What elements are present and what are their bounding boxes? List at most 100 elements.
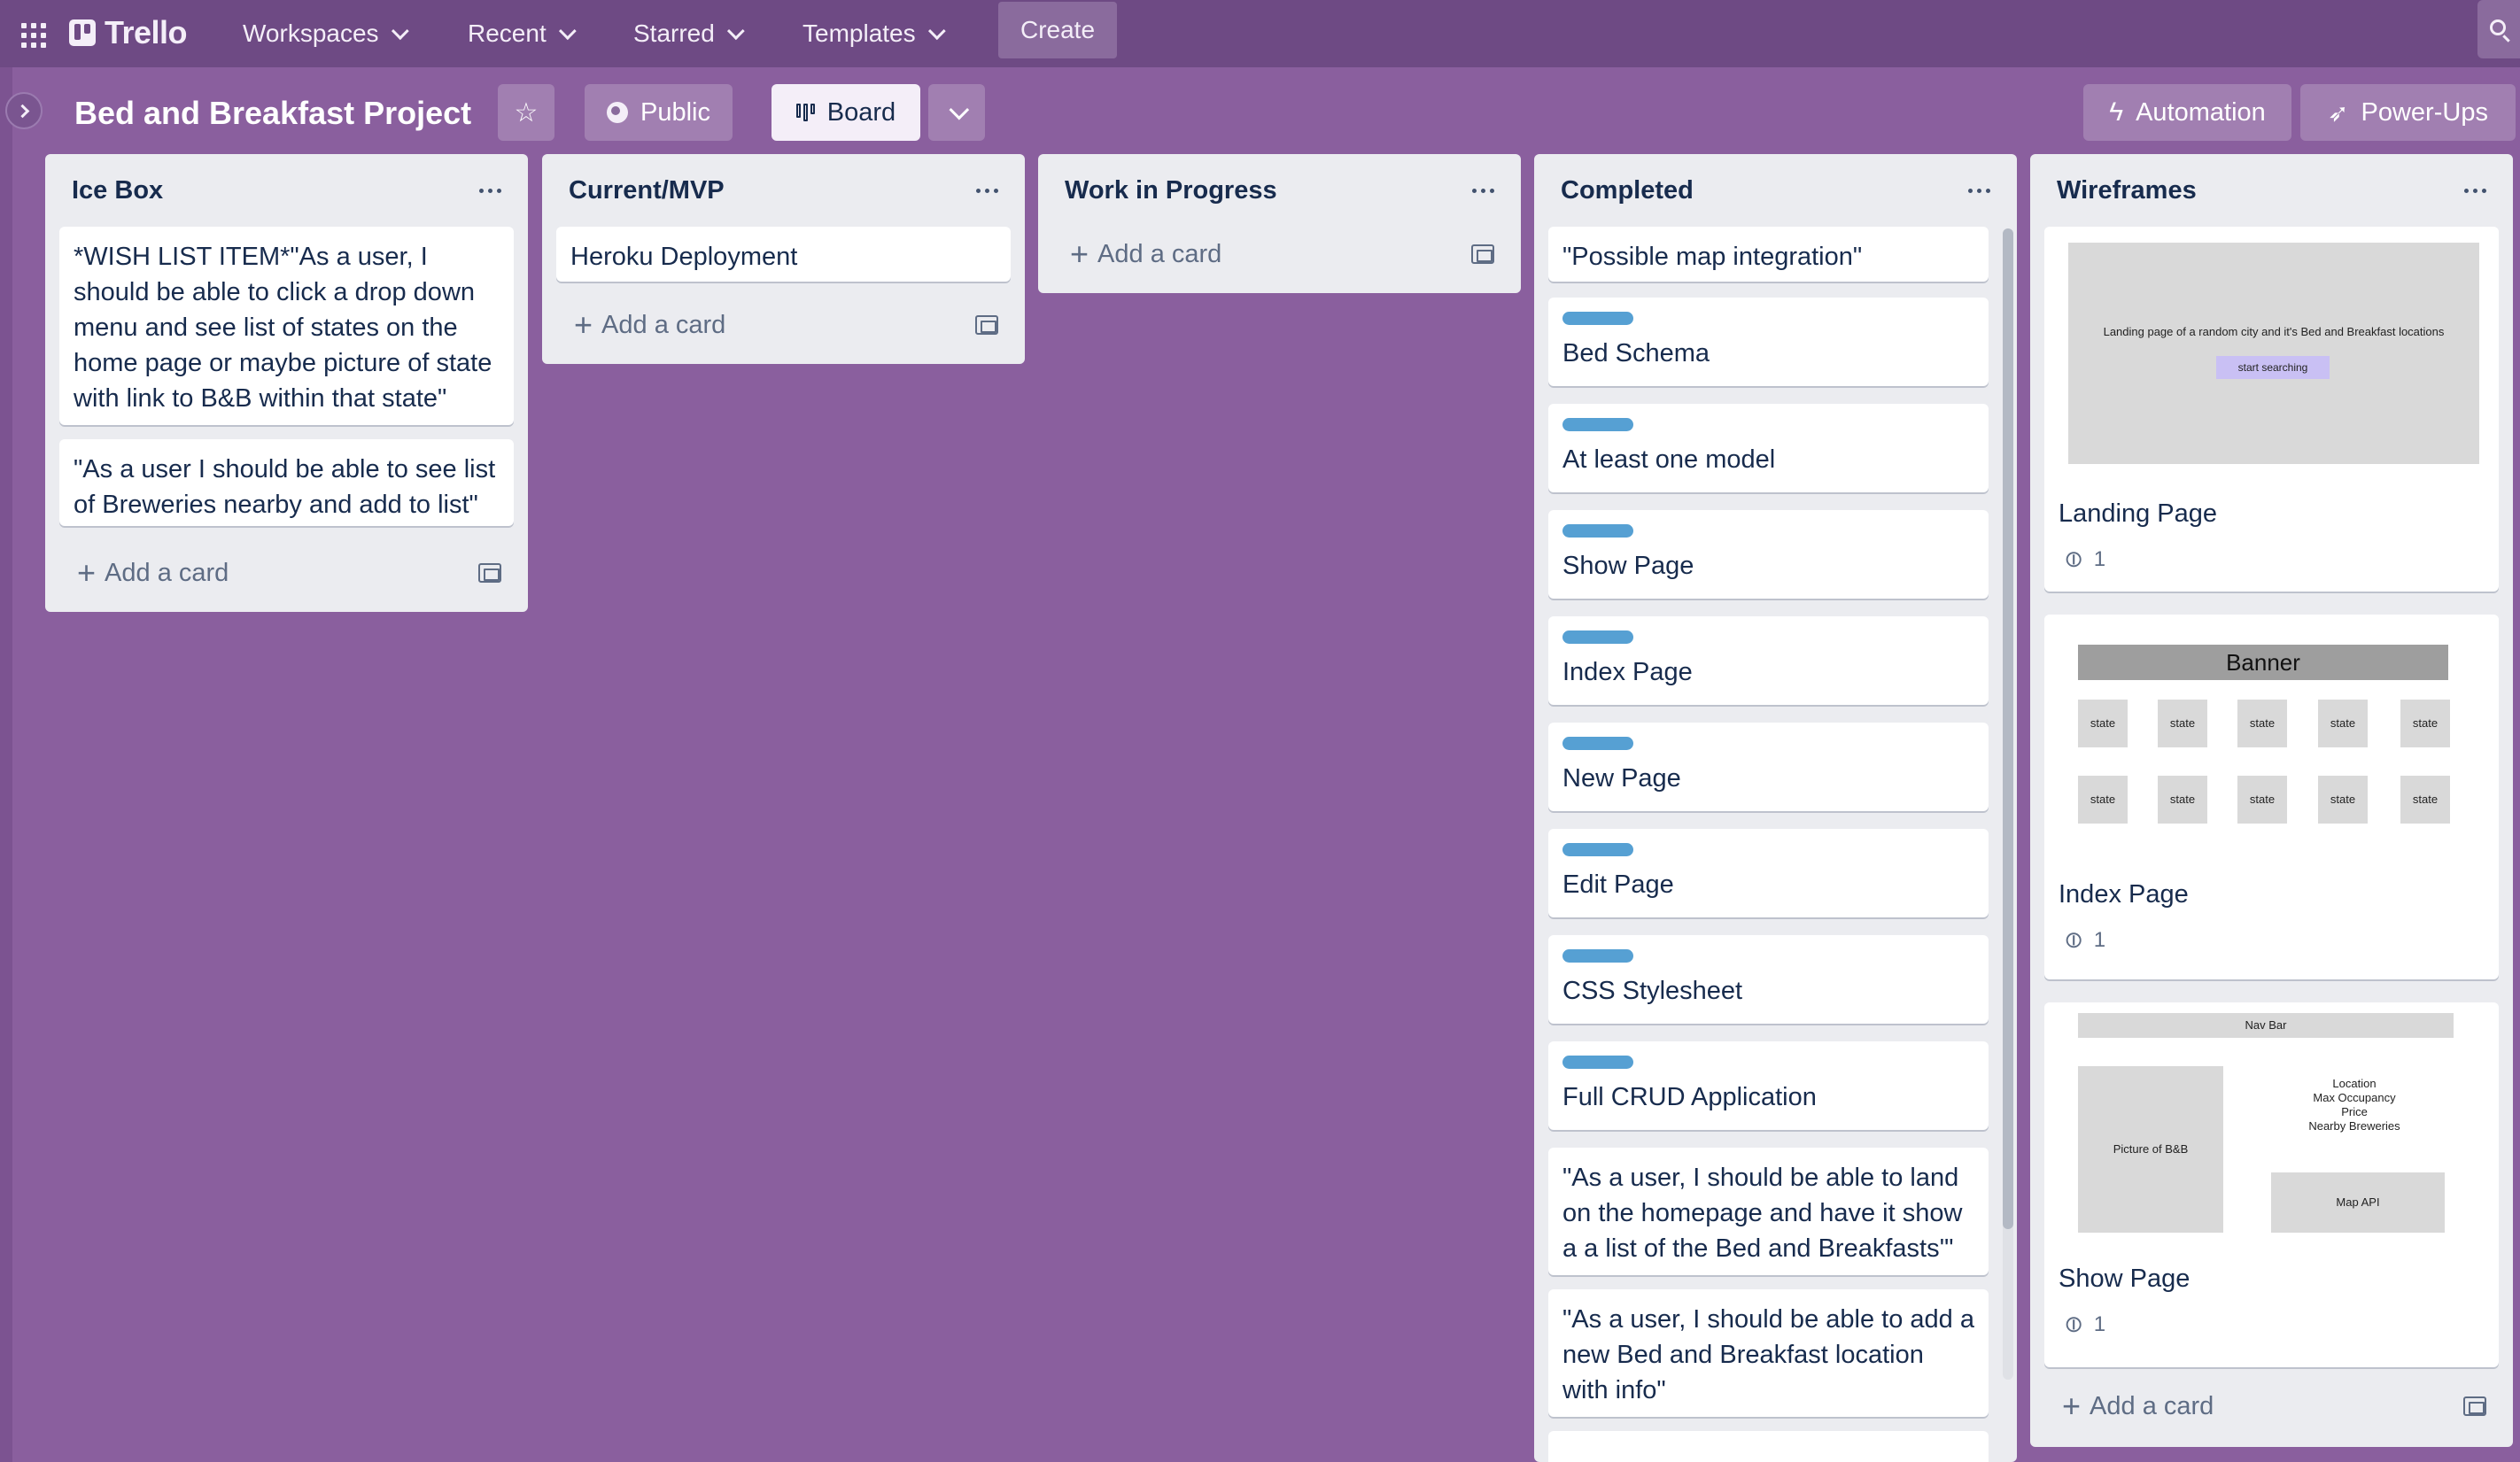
list-title[interactable]: Completed [1561, 176, 1694, 205]
top-navigation-bar: Trello Workspaces Recent Starred Templat… [0, 0, 2520, 67]
chevron-down-icon [726, 22, 745, 41]
plus-icon: + [1070, 236, 1089, 272]
state-tile: state [2158, 776, 2207, 824]
nav-templates-label: Templates [803, 19, 916, 47]
nav-templates[interactable]: Templates [792, 12, 951, 55]
card-template-icon[interactable] [478, 563, 501, 583]
state-tile: state [2078, 700, 2128, 747]
label-blue[interactable] [1562, 312, 1633, 325]
card-template-icon[interactable] [2463, 1396, 2486, 1416]
trello-logo-icon [69, 19, 96, 46]
nav-starred[interactable]: Starred [623, 12, 750, 55]
star-board-button[interactable]: ☆ [498, 84, 554, 141]
board-title[interactable]: Bed and Breakfast Project [74, 89, 471, 138]
list-card[interactable]: At least one model [1548, 404, 1989, 492]
visibility-button[interactable]: Public [585, 84, 733, 141]
add-card-label: Add a card [105, 558, 229, 587]
board-view-button[interactable]: Board [772, 84, 920, 141]
add-card-button[interactable]: + Add a card [556, 300, 1011, 350]
label-blue[interactable] [1562, 949, 1633, 963]
show-picture-label: Picture of B&B [2113, 1142, 2189, 1156]
label-blue[interactable] [1562, 418, 1633, 431]
wireframe-card-landing[interactable]: Landing page of a random city and it's B… [2044, 227, 2499, 592]
card-title: Landing Page [2059, 499, 2217, 528]
list-header: Completed [1534, 154, 2017, 227]
list-title[interactable]: Wireframes [2057, 176, 2197, 205]
list-ice-box: Ice Box *WISH LIST ITEM*"As a user, I sh… [45, 154, 528, 612]
list-scrollbar[interactable] [2003, 228, 2013, 1380]
search-button[interactable] [2477, 0, 2520, 58]
wireframe-card-index[interactable]: Banner state state state state state sta… [2044, 615, 2499, 979]
detail-location: Location [2332, 1077, 2377, 1090]
plus-icon: + [574, 306, 593, 343]
chevron-right-icon [15, 104, 29, 118]
list-menu-icon[interactable] [976, 188, 998, 193]
show-map-mock: Map API [2271, 1172, 2445, 1233]
list-title[interactable]: Current/MVP [569, 176, 725, 205]
list-card[interactable]: CSS Stylesheet [1548, 935, 1989, 1024]
automation-button[interactable]: ϟ Automation [2083, 84, 2291, 141]
detail-price: Price [2341, 1105, 2368, 1118]
create-button[interactable]: Create [998, 2, 1117, 58]
add-card-button[interactable]: + Add a card [2044, 1381, 2499, 1431]
trello-logo[interactable]: Trello [69, 14, 188, 51]
label-blue[interactable] [1562, 843, 1633, 856]
list-menu-icon[interactable] [2464, 188, 2486, 193]
landing-hero-mock [2068, 243, 2479, 464]
app-switcher-icon[interactable] [16, 16, 50, 50]
list-card[interactable]: "As a user, I should be able to add a ne… [1548, 1289, 1989, 1417]
list-card[interactable]: "As a user I should be able to see list … [59, 439, 514, 526]
paperclip-icon: ⊘ [2057, 542, 2090, 576]
list-card[interactable]: New Page [1548, 723, 1989, 811]
sidebar-expand-button[interactable] [5, 92, 43, 129]
list-completed: Completed "Possible map integration" Bed… [1534, 154, 2017, 1462]
list-card[interactable]: "As a user, I should be able to land on … [1548, 1148, 1989, 1275]
list-card[interactable]: Edit Page [1548, 829, 1989, 917]
list-card[interactable]: Show Page [1548, 510, 1989, 599]
view-switcher-button[interactable] [928, 84, 985, 141]
list-card[interactable]: Bed Schema [1548, 298, 1989, 386]
list-card-partial[interactable] [1548, 1431, 1989, 1462]
add-card-button[interactable]: + Add a card [1052, 229, 1507, 279]
label-blue[interactable] [1562, 524, 1633, 538]
card-template-icon[interactable] [975, 315, 998, 335]
card-title: Bed Schema [1562, 339, 1710, 367]
card-title: Full CRUD Application [1562, 1083, 1817, 1111]
detail-max-occupancy: Max Occupancy [2313, 1091, 2396, 1104]
trello-logo-text: Trello [105, 14, 188, 50]
card-title: At least one model [1562, 445, 1776, 474]
list-title[interactable]: Work in Progress [1065, 176, 1277, 205]
paperclip-icon: ⊘ [2057, 1307, 2090, 1341]
detail-nearby-breweries: Nearby Breweries [2308, 1119, 2400, 1133]
list-card[interactable]: Index Page [1548, 616, 1989, 705]
label-blue[interactable] [1562, 737, 1633, 750]
list-menu-icon[interactable] [479, 188, 501, 193]
rocket-icon: ➶ [2328, 98, 2349, 127]
nav-recent[interactable]: Recent [457, 12, 582, 55]
scrollbar-thumb[interactable] [2003, 228, 2013, 1229]
label-blue[interactable] [1562, 630, 1633, 644]
list-menu-icon[interactable] [1968, 188, 1990, 193]
list-header: Work in Progress [1038, 154, 1521, 227]
wireframe-card-show[interactable]: Nav Bar Picture of B&B Location Max Occu… [2044, 1002, 2499, 1367]
landing-hero-text: Landing page of a random city and it's B… [2103, 325, 2445, 338]
nav-workspaces[interactable]: Workspaces [232, 12, 415, 55]
add-card-button[interactable]: + Add a card [59, 548, 514, 598]
list-card[interactable]: Heroku Deployment [556, 227, 1011, 282]
card-title: Edit Page [1562, 870, 1674, 899]
attachment-badge: ⊘ 1 [2057, 1308, 2105, 1341]
list-menu-icon[interactable] [1472, 188, 1494, 193]
nav-workspaces-label: Workspaces [243, 19, 379, 47]
list-card[interactable]: "Possible map integration" [1548, 227, 1989, 282]
power-ups-button[interactable]: ➶ Power-Ups [2300, 84, 2516, 141]
attachment-badge: ⊘ 1 [2057, 543, 2105, 576]
attachment-count: 1 [2093, 927, 2106, 952]
label-blue[interactable] [1562, 1056, 1633, 1069]
list-card[interactable]: Full CRUD Application [1548, 1041, 1989, 1130]
list-card[interactable]: *WISH LIST ITEM*"As a user, I should be … [59, 227, 514, 425]
state-tile: state [2237, 776, 2287, 824]
lightning-icon: ϟ [2109, 97, 2124, 127]
card-template-icon[interactable] [1471, 244, 1494, 264]
list-title[interactable]: Ice Box [72, 176, 163, 205]
chevron-down-icon [927, 22, 946, 41]
